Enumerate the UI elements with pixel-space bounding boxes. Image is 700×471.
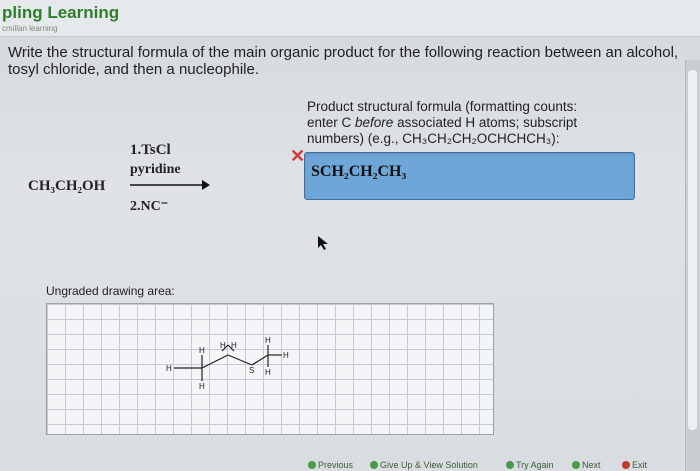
atom-label: S bbox=[249, 366, 254, 375]
exit-label: Exit bbox=[632, 460, 648, 470]
header-bar: pling Learning cmillan learning bbox=[0, 0, 700, 37]
next-button[interactable]: Next bbox=[572, 460, 601, 470]
give-up-icon bbox=[370, 461, 378, 469]
atom-label: H bbox=[166, 364, 172, 373]
previous-label: Previous bbox=[318, 460, 354, 470]
mouse-cursor-icon bbox=[318, 236, 328, 250]
next-label: Next bbox=[582, 460, 601, 470]
try-again-label: Try Again bbox=[516, 460, 554, 470]
atom-label: H bbox=[265, 368, 271, 377]
brand-subtitle: cmillan learning bbox=[2, 24, 58, 33]
answer-input[interactable]: SCH₂CH₂CH₃ bbox=[304, 152, 635, 200]
atom-label: H bbox=[231, 341, 237, 350]
x-icon: ✕ bbox=[290, 146, 306, 166]
exit-icon bbox=[622, 461, 630, 469]
answer-instructions: Product structural formula (formatting c… bbox=[307, 99, 637, 147]
exit-button[interactable]: Exit bbox=[622, 460, 647, 470]
reagent-solvent: pyridine bbox=[130, 162, 181, 177]
previous-icon bbox=[308, 461, 316, 469]
page-scrollbar[interactable] bbox=[685, 60, 700, 471]
reaction-arrow-icon bbox=[130, 180, 210, 190]
atom-label: H bbox=[265, 336, 271, 345]
reaction-scheme: CH₃CH₂OH 1.TsCl pyridine 2.NC⁻ bbox=[28, 142, 213, 222]
reactant: CH₃CH₂OH bbox=[28, 178, 106, 194]
atom-label: H bbox=[283, 351, 289, 360]
atom-label: H bbox=[199, 382, 205, 391]
nav-bar: Previous Give Up & View Solution Try Aga… bbox=[300, 460, 700, 471]
try-again-icon bbox=[506, 461, 514, 469]
atom-label: H bbox=[199, 346, 205, 355]
previous-button[interactable]: Previous bbox=[308, 460, 353, 470]
try-again-button[interactable]: Try Again bbox=[506, 460, 554, 470]
next-icon bbox=[572, 461, 580, 469]
drawing-area-label: Ungraded drawing area: bbox=[46, 284, 175, 298]
drawn-molecule: H H H H H S H H H bbox=[166, 336, 289, 391]
instructions-line2-a: enter C bbox=[307, 115, 356, 130]
question-text: Write the structural formula of the main… bbox=[8, 44, 679, 78]
instructions-line1: Product structural formula (formatting c… bbox=[307, 99, 578, 114]
atom-label: H bbox=[220, 341, 226, 350]
give-up-label: Give Up & View Solution bbox=[380, 460, 478, 470]
scrollbar-thumb[interactable] bbox=[688, 70, 697, 430]
answer-value: SCH₂CH₂CH₃ bbox=[311, 163, 407, 180]
reagent-step2: 2.NC⁻ bbox=[130, 199, 169, 214]
reagent-step1: 1.TsCl bbox=[130, 142, 171, 158]
give-up-button[interactable]: Give Up & View Solution bbox=[370, 460, 478, 470]
instructions-line3: numbers) (e.g., CH₃CH₂CH₂OCHCHCH₃): bbox=[307, 131, 560, 146]
instructions-line2: enter C before associated H atoms; subsc… bbox=[307, 115, 637, 131]
brand-title: pling Learning bbox=[2, 3, 120, 22]
instructions-line2-c: associated H atoms; subscript bbox=[393, 115, 578, 130]
instructions-line2-emph: before bbox=[355, 115, 394, 130]
